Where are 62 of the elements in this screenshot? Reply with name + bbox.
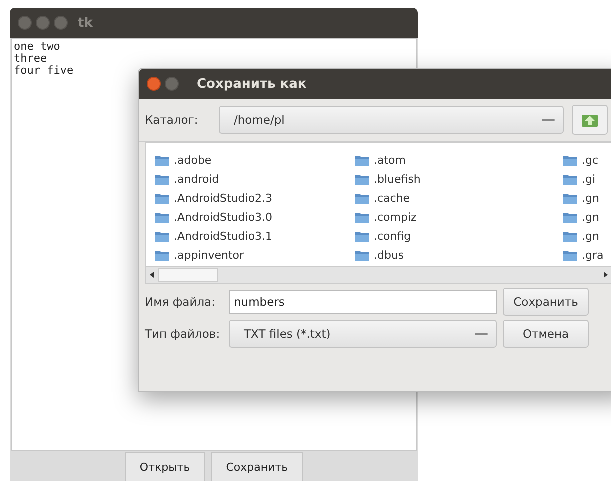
file-item[interactable]: .gra [562,246,611,265]
minimize-button[interactable] [165,77,179,91]
file-item[interactable]: .gn [562,208,611,227]
folder-icon [354,230,370,243]
field-label: Имя файла: [145,294,216,308]
file-item[interactable]: .adobe [154,151,346,170]
folder-icon [154,173,170,186]
close-button[interactable] [18,16,32,30]
window-title: Сохранить как [197,76,307,92]
filename-field[interactable]: numbers [229,290,497,314]
folder-icon [562,154,578,167]
folder-icon [154,249,170,262]
file-item[interactable]: .atom [354,151,554,170]
dialog-button[interactable]: Открыть [124,452,206,481]
folder-icon [154,192,170,205]
save-button[interactable]: Сохранить [503,288,589,316]
file-item[interactable]: .gi [562,170,611,189]
maximize-button[interactable] [54,16,68,30]
folder-icon [154,211,170,224]
file-item[interactable]: .compiz [354,208,554,227]
file-item[interactable]: .android [154,170,346,189]
folder-icon [354,211,370,224]
file-item[interactable]: .gc [562,151,611,170]
file-item[interactable]: .bluefish [354,170,554,189]
field-label: Тип файлов: [145,326,222,340]
file-item[interactable]: .gn [562,189,611,208]
window-title: tk [78,16,93,30]
folder-icon [354,249,370,262]
directory-dropdown[interactable]: /home/pl [219,106,564,134]
file-item[interactable]: .cache [354,189,554,208]
minimize-button[interactable] [36,16,50,30]
file-type-dropdown[interactable]: TXT files (*.txt) [229,320,497,348]
folder-up-icon [581,112,599,128]
folder-icon [354,173,370,186]
folder-icon [154,230,170,243]
folder-icon [562,230,578,243]
dialog-button[interactable]: Сохранить [211,452,304,481]
file-item[interactable]: .gn [562,227,611,246]
file-item[interactable]: .dbus [354,246,554,265]
folder-icon [562,249,578,262]
folder-up-button[interactable] [572,105,608,135]
scroll-right-icon[interactable] [604,272,608,278]
folder-icon [562,211,578,224]
folder-icon [354,192,370,205]
file-item[interactable]: .config [354,227,554,246]
folder-icon [354,154,370,167]
file-item[interactable]: .AndroidStudio2.3 [154,189,346,208]
cancel-button[interactable]: Отмена [503,320,589,348]
folder-icon [154,154,170,167]
file-item[interactable]: .AndroidStudio3.1 [154,227,346,246]
folder-icon [562,173,578,186]
text-line: four five [14,65,75,77]
field-label: Каталог: [145,113,200,127]
file-item[interactable]: .AndroidStudio3.0 [154,208,346,227]
scroll-left-icon[interactable] [150,272,154,278]
text-line: three [14,53,48,65]
scrollbar-thumb[interactable] [158,268,218,282]
horizontal-scrollbar[interactable] [145,266,611,284]
file-item[interactable]: .appinventor [154,246,346,265]
text-line: one two [14,41,62,53]
close-button[interactable] [147,77,161,91]
folder-icon [562,192,578,205]
